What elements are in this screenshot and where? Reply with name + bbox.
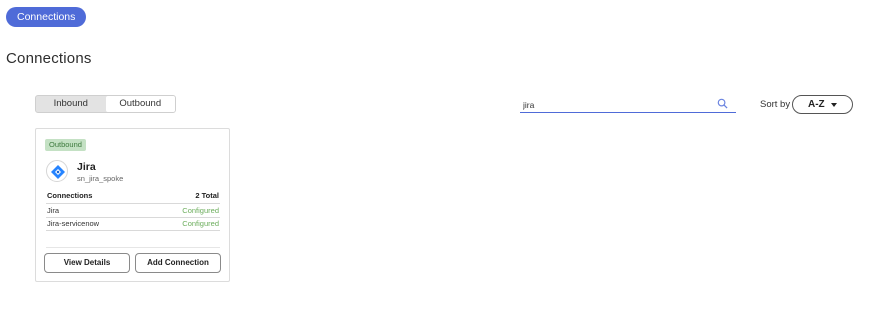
connection-status: Configured (182, 206, 219, 215)
divider (46, 230, 220, 231)
jira-logo-icon (46, 160, 68, 182)
connections-total: 2 Total (195, 191, 219, 200)
sort-label: Sort by (760, 99, 791, 110)
connection-name: Jira (47, 206, 60, 215)
toggle-inbound[interactable]: Inbound (36, 96, 106, 112)
search-field (520, 95, 736, 113)
toggle-outbound[interactable]: Outbound (105, 96, 175, 112)
card-app-id: sn_jira_spoke (77, 174, 124, 183)
view-details-button[interactable]: View Details (44, 253, 130, 273)
search-icon[interactable] (717, 98, 728, 109)
page-title: Connections (6, 50, 92, 67)
add-connection-button[interactable]: Add Connection (135, 253, 221, 273)
divider (46, 203, 220, 204)
breadcrumb-connections[interactable]: Connections (6, 7, 87, 27)
connections-header: Connections 2 Total (47, 191, 219, 203)
connection-status: Configured (182, 219, 219, 228)
sort-value: A-Z (808, 99, 825, 110)
divider (46, 217, 220, 218)
connection-name: Jira-servicenow (47, 219, 100, 228)
connections-header-label: Connections (47, 191, 93, 200)
sort-dropdown[interactable]: A-Z (792, 95, 853, 114)
direction-toggle: Inbound Outbound (35, 95, 176, 113)
divider (46, 247, 220, 248)
search-input[interactable] (520, 97, 710, 113)
connection-card: Outbound Jira sn_jira_spoke Connections … (35, 128, 230, 282)
caret-down-icon (831, 103, 837, 107)
direction-badge: Outbound (45, 139, 86, 151)
card-title: Jira (77, 161, 96, 173)
